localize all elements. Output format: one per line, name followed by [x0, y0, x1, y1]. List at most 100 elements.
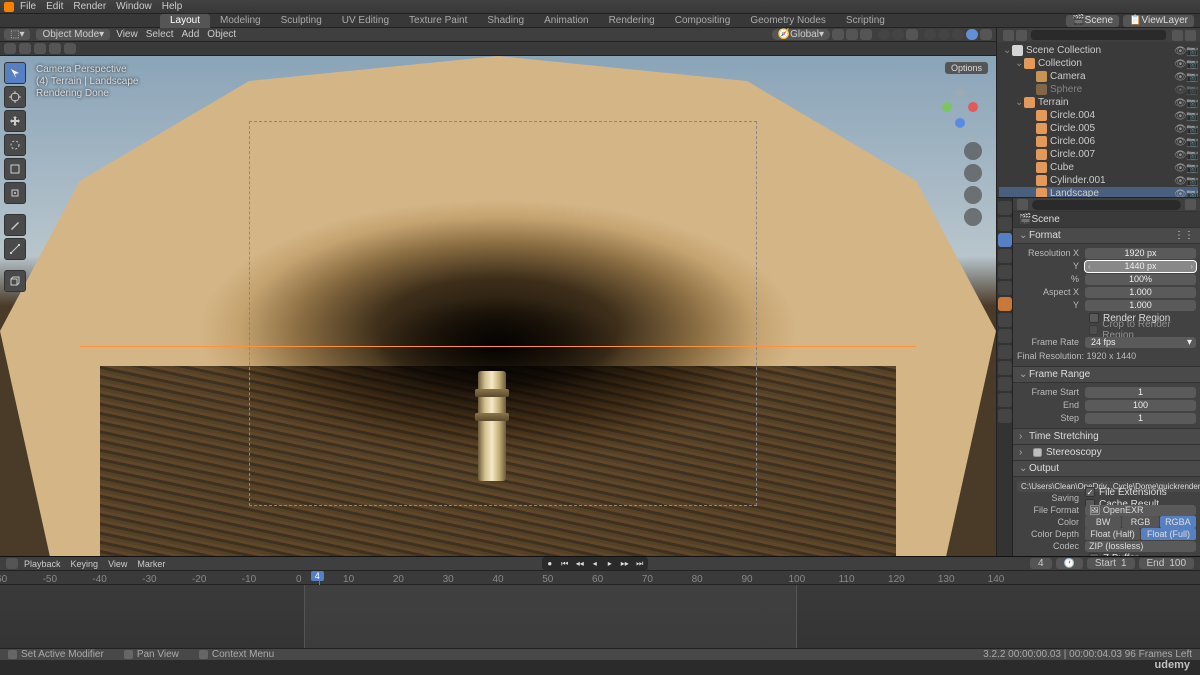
workspace-tab-rendering[interactable]: Rendering	[599, 14, 665, 28]
frame-start-field[interactable]: 1	[1085, 387, 1196, 398]
scene-tab-icon[interactable]	[998, 265, 1012, 279]
editor-icon[interactable]	[6, 558, 18, 569]
measure-tool[interactable]	[4, 238, 26, 260]
origin-icon[interactable]	[49, 43, 61, 54]
timeline-body[interactable]	[0, 585, 1200, 648]
material-tab-icon[interactable]	[998, 393, 1012, 407]
menu-render[interactable]: Render	[73, 1, 106, 12]
outliner-row[interactable]: ⌄Scene Collection👁📷	[999, 44, 1198, 57]
outliner-row[interactable]: Circle.006👁📷	[999, 135, 1198, 148]
end-field[interactable]: 100	[1085, 400, 1196, 411]
checkbox[interactable]	[1089, 313, 1099, 323]
menu-help[interactable]: Help	[162, 1, 183, 12]
modifier-tab-icon[interactable]	[998, 313, 1012, 327]
workspace-tab-uv-editing[interactable]: UV Editing	[332, 14, 399, 28]
display-mode-icon[interactable]	[1016, 30, 1027, 41]
resolution-x-field[interactable]: 1920 px	[1085, 248, 1196, 259]
pin-icon[interactable]	[1185, 199, 1196, 210]
prev-key-icon[interactable]: ◂◂	[573, 558, 587, 569]
editor-type-dropdown[interactable]: ⬚▾	[4, 29, 30, 40]
outliner-mode-icon[interactable]	[1003, 30, 1014, 41]
menu-file[interactable]: File	[20, 1, 36, 12]
file-format-dropdown[interactable]: 🖼 OpenEXR	[1085, 505, 1196, 516]
workspace-tab-sculpting[interactable]: Sculpting	[271, 14, 332, 28]
outliner-row[interactable]: ⌄Collection👁📷	[999, 57, 1198, 70]
options-button[interactable]: Options	[945, 62, 988, 74]
outliner-row[interactable]: Circle.007👁📷	[999, 148, 1198, 161]
outliner-row[interactable]: Cylinder.001👁📷	[999, 174, 1198, 187]
format-panel-header[interactable]: ⌄Format⋮⋮	[1013, 228, 1200, 244]
frame-rate-dropdown[interactable]: 24 fps ▾	[1085, 337, 1196, 348]
material-shading[interactable]	[952, 29, 964, 40]
workspace-tab-layout[interactable]: Layout	[160, 14, 210, 28]
workspace-tab-scripting[interactable]: Scripting	[836, 14, 895, 28]
checkbox[interactable]	[1089, 553, 1099, 556]
transform-icon[interactable]	[64, 43, 76, 54]
navigation-gizmo[interactable]	[936, 84, 984, 132]
camera-icon[interactable]	[964, 186, 982, 204]
x-axis-icon[interactable]	[968, 102, 978, 112]
play-icon[interactable]: ▸	[603, 558, 617, 569]
move-tool[interactable]	[4, 110, 26, 132]
pivot-icon[interactable]	[832, 29, 844, 40]
constraint-tab-icon[interactable]	[998, 361, 1012, 375]
y-field[interactable]: 1.000	[1085, 300, 1196, 311]
outliner-row[interactable]: Sphere👁📷	[999, 83, 1198, 96]
properties-search[interactable]	[1032, 200, 1181, 210]
end-frame-field[interactable]: End 100	[1139, 558, 1195, 569]
menu-edit[interactable]: Edit	[46, 1, 63, 12]
snap-icon[interactable]	[846, 29, 858, 40]
outliner-row[interactable]: Circle.004👁📷	[999, 109, 1198, 122]
select-menu[interactable]: Select	[146, 29, 174, 40]
render-tab-icon[interactable]	[998, 217, 1012, 231]
workspace-tab-shading[interactable]: Shading	[477, 14, 534, 28]
workspace-tab-texture-paint[interactable]: Texture Paint	[399, 14, 477, 28]
auto-key-icon[interactable]: ●	[543, 558, 557, 569]
new-collection-icon[interactable]	[1185, 30, 1196, 41]
add-cube-tool[interactable]	[4, 270, 26, 292]
outliner-search[interactable]	[1031, 30, 1166, 40]
timeline-view-menu[interactable]: View	[108, 559, 127, 569]
workspace-tab-animation[interactable]: Animation	[534, 14, 598, 28]
outliner-row[interactable]: Landscape👁📷	[999, 187, 1198, 197]
jump-start-icon[interactable]: ⏮	[558, 558, 572, 569]
orientation-dropdown[interactable]: 🧭 Global ▾	[772, 29, 830, 40]
--field[interactable]: 100%	[1085, 274, 1196, 285]
y-axis-icon[interactable]	[942, 102, 952, 112]
annotate-tool[interactable]	[4, 214, 26, 236]
start-frame-field[interactable]: Start 1	[1087, 558, 1135, 569]
playback-menu[interactable]: Playback	[24, 559, 61, 569]
select-tool[interactable]	[4, 62, 26, 84]
solid-shading[interactable]	[938, 29, 950, 40]
output-panel-header[interactable]: ⌄Output	[1013, 461, 1200, 477]
select-box-icon[interactable]	[4, 43, 16, 54]
perspective-icon[interactable]	[964, 208, 982, 226]
mode-dropdown[interactable]: Object Mode ▾	[36, 29, 110, 40]
view-layer-tab-icon[interactable]	[998, 249, 1012, 263]
filter-icon[interactable]	[1172, 30, 1183, 41]
jump-end-icon[interactable]: ⏭	[633, 558, 647, 569]
tool-tab-icon[interactable]	[998, 201, 1012, 215]
timeline-ruler[interactable]: -60-50-40-30-20-100102030405060708090100…	[0, 571, 1200, 585]
z-axis-icon[interactable]	[955, 118, 965, 128]
cursor-tool[interactable]	[4, 86, 26, 108]
marker-menu[interactable]: Marker	[137, 559, 165, 569]
preview-range-icon[interactable]: 🕐	[1056, 558, 1083, 569]
object-tab-icon[interactable]	[998, 297, 1012, 311]
3d-viewport[interactable]: Camera Perspective (4) Terrain | Landsca…	[0, 56, 996, 556]
outliner-tree[interactable]: ⌄Scene Collection👁📷⌄Collection👁📷Camera👁📷…	[997, 42, 1200, 197]
view-menu[interactable]: View	[116, 29, 138, 40]
aspect-x-field[interactable]: 1.000	[1085, 287, 1196, 298]
menu-window[interactable]: Window	[116, 1, 152, 12]
rendered-shading[interactable]	[966, 29, 978, 40]
rotate-tool[interactable]	[4, 134, 26, 156]
proportional-icon[interactable]	[860, 29, 872, 40]
data-tab-icon[interactable]	[998, 377, 1012, 391]
play-reverse-icon[interactable]: ◂	[588, 558, 602, 569]
add-menu[interactable]: Add	[182, 29, 200, 40]
next-key-icon[interactable]: ▸▸	[618, 558, 632, 569]
scene-selector[interactable]: 🎬 Scene	[1066, 15, 1119, 27]
props-type-icon[interactable]	[1017, 199, 1028, 210]
codec-dropdown[interactable]: ZIP (lossless)	[1085, 541, 1196, 552]
depth-button[interactable]: Float (Half)	[1085, 528, 1140, 540]
